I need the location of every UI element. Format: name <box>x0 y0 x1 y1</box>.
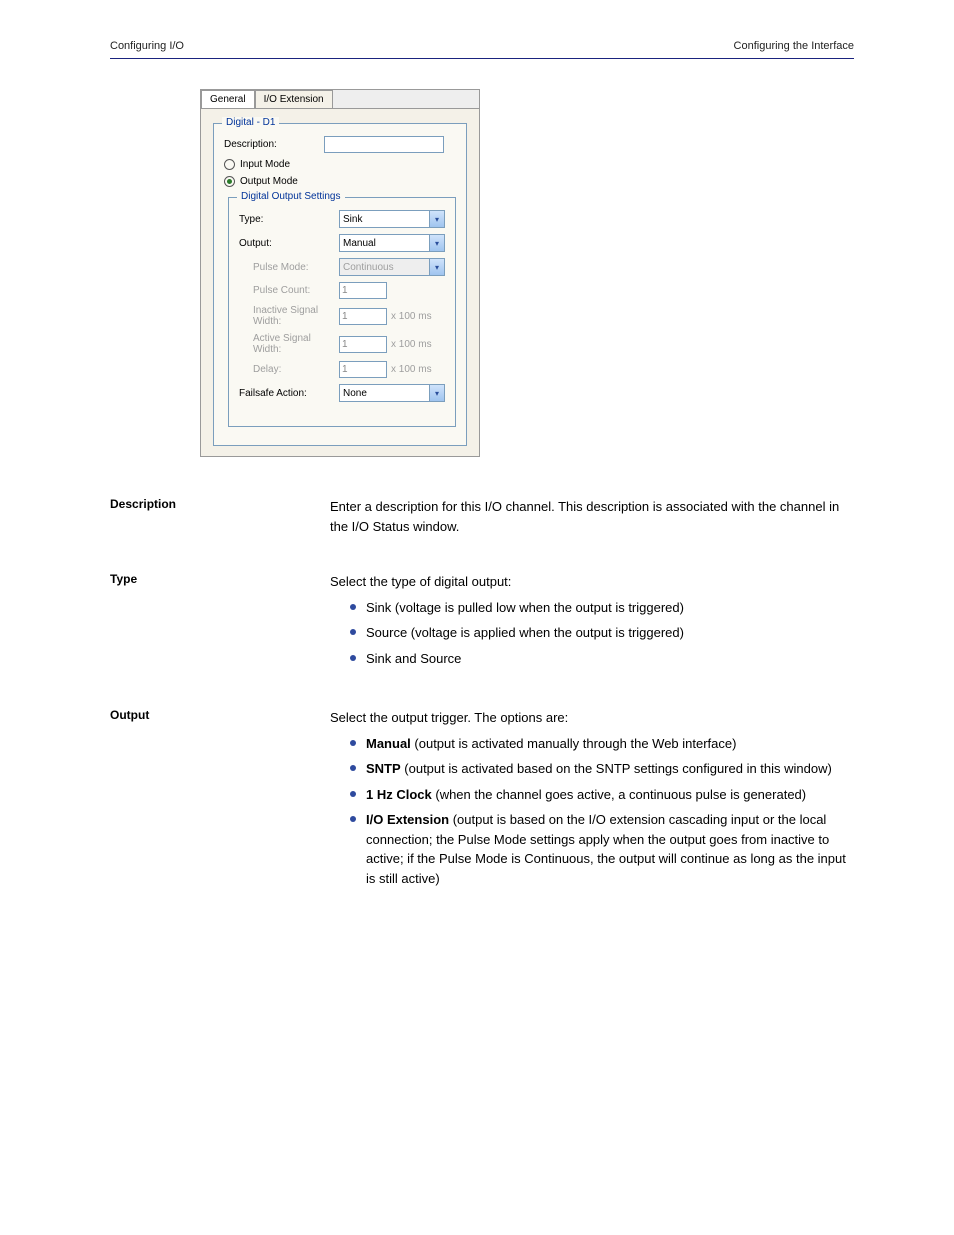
type-select-value: Sink <box>343 214 362 225</box>
def-description-term: Description <box>110 497 330 511</box>
def-output-intro: Select the output trigger. The options a… <box>330 708 854 728</box>
description-label: Description: <box>224 139 324 150</box>
pulse-mode-select-value: Continuous <box>343 262 394 273</box>
def-description-body: Enter a description for this I/O channel… <box>330 497 854 536</box>
failsafe-label: Failsafe Action: <box>239 388 339 399</box>
output-select-value: Manual <box>343 238 376 249</box>
pulse-count-input <box>339 282 387 299</box>
delay-input <box>339 361 387 378</box>
input-mode-radio[interactable] <box>224 159 240 170</box>
output-select[interactable]: Manual ▾ <box>339 234 445 252</box>
list-item: Source (voltage is applied when the outp… <box>350 623 854 643</box>
def-type-term: Type <box>110 572 330 586</box>
tab-general[interactable]: General <box>201 90 255 108</box>
list-item: Sink (voltage is pulled low when the out… <box>350 598 854 618</box>
header-left: Configuring I/O <box>110 40 184 52</box>
digital-output-settings-group: Digital Output Settings Type: Sink ▾ Out… <box>228 197 456 427</box>
pulse-count-label: Pulse Count: <box>239 285 339 296</box>
description-input[interactable] <box>324 136 444 153</box>
delay-unit: x 100 ms <box>391 364 432 375</box>
failsafe-select-value: None <box>343 388 367 399</box>
digital-d1-legend: Digital - D1 <box>222 117 279 128</box>
output-mode-label: Output Mode <box>240 176 298 187</box>
chevron-down-icon: ▾ <box>429 211 444 227</box>
type-select[interactable]: Sink ▾ <box>339 210 445 228</box>
input-mode-label: Input Mode <box>240 159 290 170</box>
header-right: Configuring the Interface <box>734 40 854 52</box>
digital-output-settings-legend: Digital Output Settings <box>237 191 345 202</box>
def-type-intro: Select the type of digital output: <box>330 572 854 592</box>
inactive-width-unit: x 100 ms <box>391 311 432 322</box>
type-label: Type: <box>239 214 339 225</box>
pulse-mode-label: Pulse Mode: <box>239 262 339 273</box>
header-rule <box>110 58 854 59</box>
chevron-down-icon: ▾ <box>429 385 444 401</box>
inactive-width-label: Inactive Signal Width: <box>239 305 339 327</box>
output-label: Output: <box>239 238 339 249</box>
delay-label: Delay: <box>239 364 339 375</box>
active-width-unit: x 100 ms <box>391 339 432 350</box>
list-item: I/O Extension (output is based on the I/… <box>350 810 854 888</box>
def-type: Type Select the type of digital output: … <box>110 572 854 678</box>
output-mode-radio[interactable] <box>224 176 240 187</box>
def-output: Output Select the output trigger. The op… <box>110 708 854 898</box>
active-width-label: Active Signal Width: <box>239 333 339 355</box>
list-item: 1 Hz Clock (when the channel goes active… <box>350 785 854 805</box>
def-output-term: Output <box>110 708 330 722</box>
chevron-down-icon: ▾ <box>429 259 444 275</box>
inactive-width-input <box>339 308 387 325</box>
chevron-down-icon: ▾ <box>429 235 444 251</box>
list-item: SNTP (output is activated based on the S… <box>350 759 854 779</box>
tabstrip: General I/O Extension <box>201 90 479 109</box>
definition-list: Description Enter a description for this… <box>110 497 854 898</box>
config-dialog: General I/O Extension Digital - D1 Descr… <box>200 89 480 457</box>
tab-io-extension[interactable]: I/O Extension <box>255 90 333 108</box>
failsafe-select[interactable]: None ▾ <box>339 384 445 402</box>
active-width-input <box>339 336 387 353</box>
list-item: Sink and Source <box>350 649 854 669</box>
pulse-mode-select: Continuous ▾ <box>339 258 445 276</box>
digital-d1-group: Digital - D1 Description: Input Mode Out… <box>213 123 467 446</box>
list-item: Manual (output is activated manually thr… <box>350 734 854 754</box>
def-description: Description Enter a description for this… <box>110 497 854 542</box>
